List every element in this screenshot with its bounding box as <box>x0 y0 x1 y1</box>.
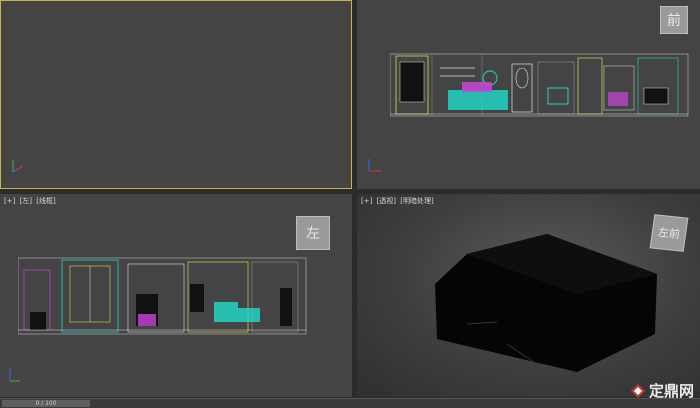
left-elevation-wireframe <box>18 257 307 335</box>
viewport-perspective[interactable]: [+] [透视] [明暗处理] 左前 <box>357 194 700 397</box>
perspective-model <box>435 234 657 372</box>
view-cube-front[interactable]: 前 <box>660 6 688 34</box>
time-slider[interactable]: 0 / 100 <box>2 400 90 407</box>
view-cube-left[interactable]: 左 <box>296 216 330 250</box>
viewport-menu-plus[interactable]: [+] <box>4 197 15 205</box>
viewport-top-left[interactable] <box>0 0 352 189</box>
viewport-shading-mode[interactable]: [线框] <box>36 197 55 205</box>
viewport-shading-mode[interactable]: [明暗处理] <box>400 197 433 205</box>
viewport-front[interactable]: 前 <box>357 0 700 189</box>
logo-icon <box>630 383 645 398</box>
viewport-view-name[interactable]: [左] <box>20 197 32 205</box>
viewport-menu-plus[interactable]: [+] <box>361 197 372 205</box>
watermark-text: 定鼎网 <box>648 382 694 400</box>
viewport-label[interactable]: [+] [透视] [明暗处理] <box>361 196 436 206</box>
viewport-label[interactable]: [+] [左] [线框] <box>4 196 58 206</box>
watermark: 定鼎网 <box>630 380 694 401</box>
axis-gizmo-icon <box>368 159 381 172</box>
axis-gizmo-icon <box>9 369 20 382</box>
viewport-left[interactable]: [+] [左] [线框] 左 <box>0 194 352 397</box>
axis-gizmo-icon <box>12 160 24 173</box>
viewport-view-name[interactable]: [透视] <box>377 197 396 205</box>
front-elevation-wireframe <box>390 53 689 117</box>
view-cube-label: 前 <box>667 13 681 29</box>
time-slider-value: 0 / 100 <box>35 400 57 407</box>
view-cube-label: 左 <box>306 226 320 242</box>
